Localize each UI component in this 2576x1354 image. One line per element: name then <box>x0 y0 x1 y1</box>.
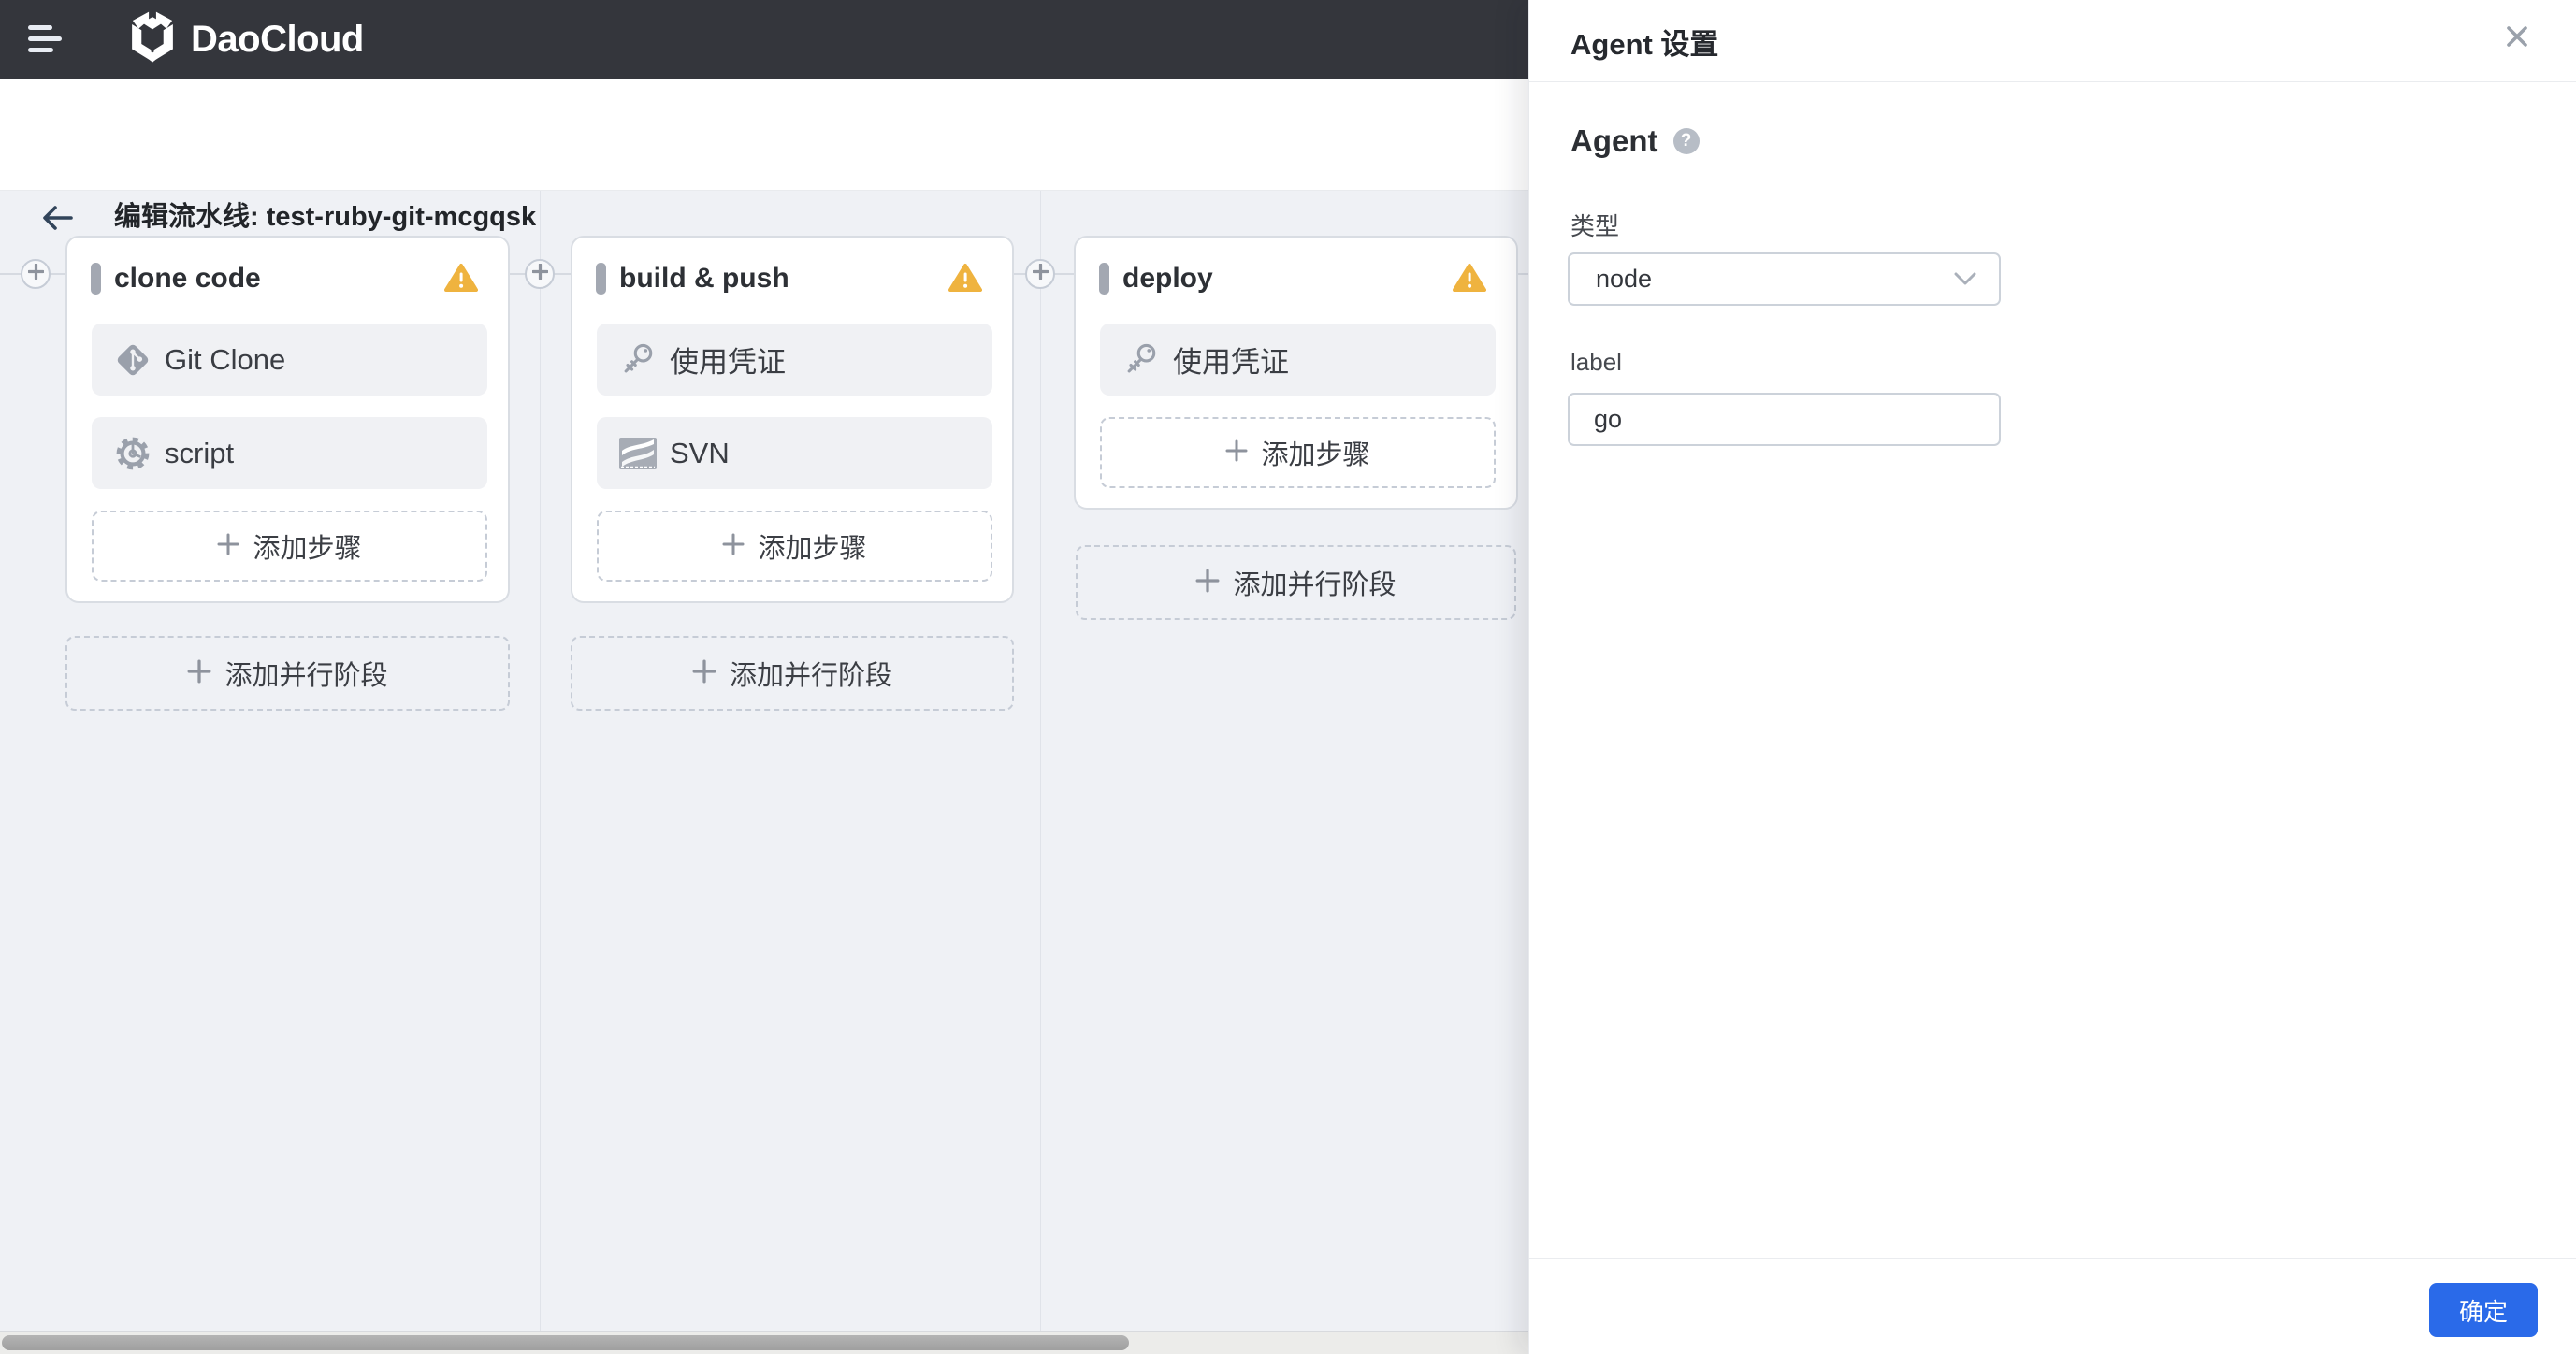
chevron-down-icon <box>1954 272 1976 285</box>
type-select[interactable]: node <box>1568 252 2001 306</box>
panel-footer: 确定 <box>1529 1258 2576 1354</box>
stage-name: deploy <box>1122 263 1213 294</box>
svn-icon <box>617 433 658 474</box>
stage-card-deploy[interactable]: deploy 使用凭证 添加步骤 <box>1074 236 1518 510</box>
key-icon <box>1121 339 1162 381</box>
help-icon[interactable]: ? <box>1672 128 1700 154</box>
add-step-button[interactable]: 添加步骤 <box>1100 417 1496 488</box>
add-parallel-label: 添加并行阶段 <box>1233 570 1397 600</box>
add-step-label: 添加步骤 <box>253 534 362 564</box>
label-input[interactable] <box>1568 393 2001 446</box>
stage-connector-line <box>1518 273 1528 275</box>
warning-icon <box>948 263 982 297</box>
plus-icon <box>187 659 211 688</box>
step-label: script <box>165 436 235 469</box>
add-parallel-stage-button[interactable]: 添加并行阶段 <box>1076 545 1516 620</box>
add-step-button[interactable]: 添加步骤 <box>597 511 992 582</box>
daocloud-cube-icon <box>129 9 176 70</box>
insert-stage-button[interactable] <box>1025 259 1055 289</box>
close-icon <box>2505 26 2529 52</box>
step-use-credential[interactable]: 使用凭证 <box>597 324 992 396</box>
horizontal-scrollbar-thumb[interactable] <box>2 1335 1129 1350</box>
panel-title: Agent 设置 <box>1570 27 1719 61</box>
add-step-button[interactable]: 添加步骤 <box>92 511 487 582</box>
warning-icon <box>1453 263 1486 297</box>
step-label: SVN <box>670 436 730 469</box>
plus-icon <box>692 659 716 688</box>
brand-name: DaoCloud <box>191 19 364 60</box>
step-label: 使用凭证 <box>670 346 786 379</box>
stage-header: deploy <box>1076 262 1516 295</box>
add-parallel-label: 添加并行阶段 <box>729 661 892 691</box>
plus-icon <box>1031 263 1049 284</box>
step-label: Git Clone <box>165 342 286 376</box>
add-step-label: 添加步骤 <box>1261 440 1370 470</box>
type-select-value: node <box>1596 265 1653 293</box>
add-parallel-stage-button[interactable]: 添加并行阶段 <box>65 636 510 711</box>
column-separator <box>540 191 541 1331</box>
stage-card-build-push[interactable]: build & push 使用凭证 SVN 添加步骤 <box>571 236 1014 603</box>
plus-icon <box>26 263 45 284</box>
stage-drag-handle[interactable] <box>91 263 101 295</box>
git-icon <box>112 339 153 381</box>
stage-card-clone-code[interactable]: clone code Git Clone script 添加步骤 <box>65 236 510 603</box>
agent-section-label: Agent <box>1570 123 1658 158</box>
plus-icon <box>1225 439 1248 467</box>
back-arrow-icon <box>41 206 75 237</box>
insert-stage-button[interactable] <box>21 259 51 289</box>
agent-section-title: Agent ? <box>1570 123 1700 159</box>
stage-drag-handle[interactable] <box>1099 263 1109 295</box>
key-icon <box>617 339 658 381</box>
plus-icon <box>217 533 239 560</box>
type-field-label: 类型 <box>1570 212 1620 240</box>
stage-name: build & push <box>619 263 789 294</box>
panel-header: Agent 设置 <box>1529 0 2576 82</box>
column-separator <box>1040 191 1041 1331</box>
plus-icon <box>722 533 745 560</box>
step-git-clone[interactable]: Git Clone <box>92 324 487 396</box>
page-title: 编辑流水线: test-ruby-git-mcgqsk <box>114 202 537 232</box>
step-script[interactable]: script <box>92 417 487 489</box>
plus-icon <box>1195 569 1220 598</box>
step-svn[interactable]: SVN <box>597 417 992 489</box>
gear-icon <box>112 433 153 474</box>
close-button[interactable] <box>2505 24 2539 58</box>
brand-logo[interactable]: DaoCloud <box>129 0 364 79</box>
agent-settings-panel: Agent 设置 Agent ? 类型 node label 确定 <box>1528 0 2576 1354</box>
confirm-button[interactable]: 确定 <box>2429 1283 2538 1337</box>
add-parallel-stage-button[interactable]: 添加并行阶段 <box>571 636 1014 711</box>
label-field-label: label <box>1570 348 1622 376</box>
menu-button[interactable] <box>26 19 67 60</box>
stage-drag-handle[interactable] <box>596 263 606 295</box>
stage-header: build & push <box>572 262 1012 295</box>
back-button[interactable] <box>41 203 79 240</box>
step-label: 使用凭证 <box>1173 346 1289 379</box>
step-use-credential[interactable]: 使用凭证 <box>1100 324 1496 396</box>
add-step-label: 添加步骤 <box>758 534 867 564</box>
add-parallel-label: 添加并行阶段 <box>224 661 388 691</box>
